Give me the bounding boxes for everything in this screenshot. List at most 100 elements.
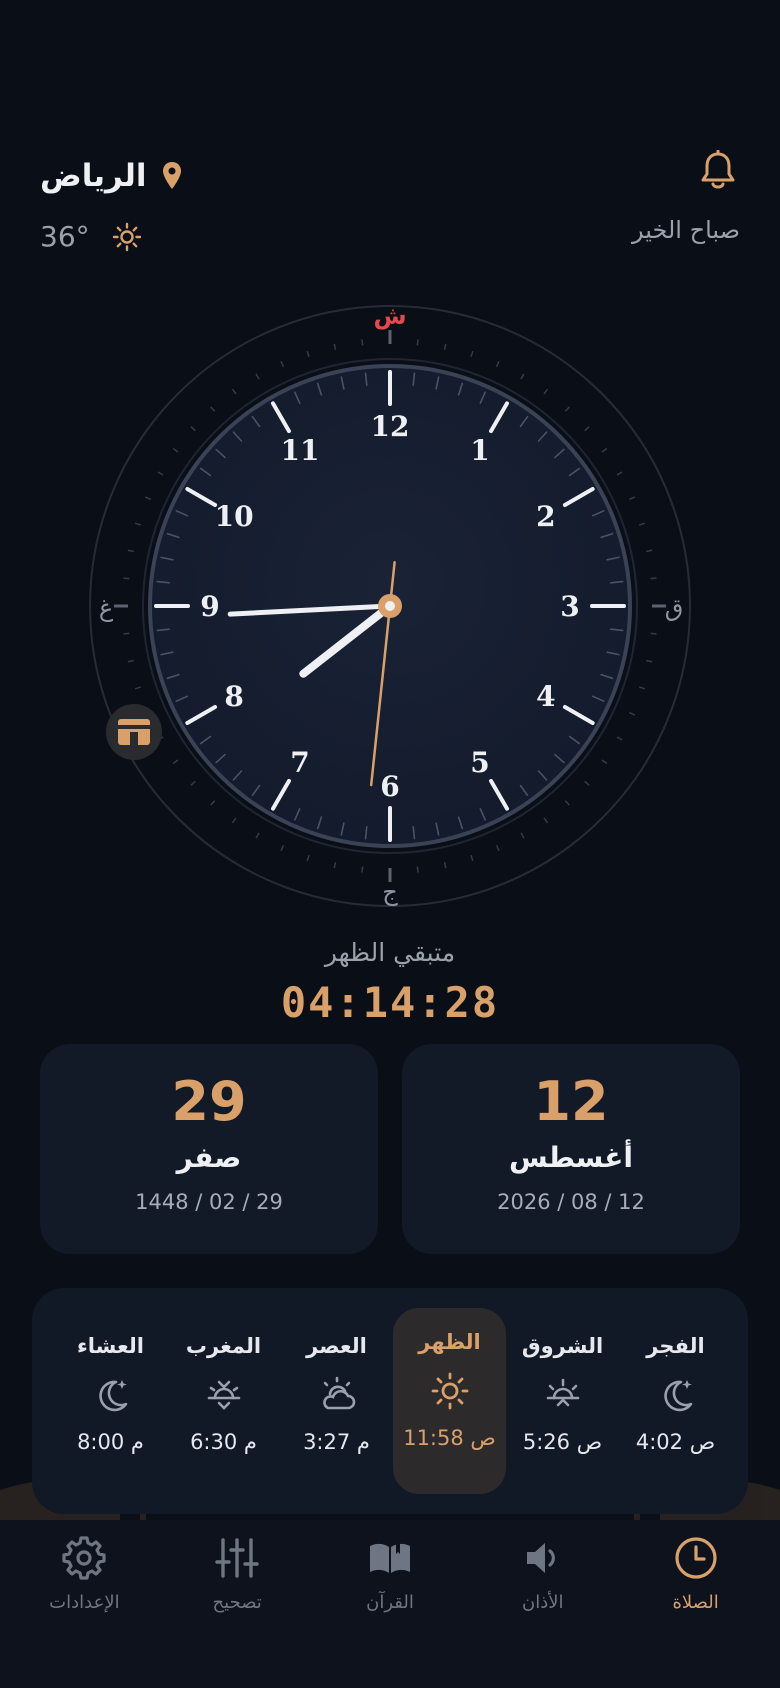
prayer-asr[interactable]: العصر 3:27 م <box>280 1308 393 1494</box>
outer-tick <box>584 426 590 432</box>
outer-tick <box>416 866 419 873</box>
outer-tick <box>650 632 657 635</box>
outer-tick <box>361 339 364 346</box>
sun-icon <box>112 222 141 251</box>
bottom-nav: الصلاة الأذان القرآن تصحيح الإعدادات <box>0 1520 780 1688</box>
prayer-time: 5:26 ص <box>522 1430 603 1454</box>
prayer-name: الظهر <box>418 1330 481 1354</box>
outer-tick <box>231 388 237 395</box>
outer-tick <box>443 343 447 350</box>
outer-tick <box>157 471 164 476</box>
prayer-name: المغرب <box>185 1334 262 1358</box>
city-name: الرياض <box>40 158 147 194</box>
outer-tick <box>333 862 337 869</box>
sun-icon <box>431 1372 468 1410</box>
marker-right: ق <box>665 594 684 622</box>
outer-tick <box>616 471 623 476</box>
outer-tick <box>543 817 549 824</box>
outer-tick <box>306 350 310 358</box>
countdown-label: متبقي الظهر <box>324 938 456 967</box>
countdown-timer: 04:14:28 <box>280 978 500 1027</box>
nav-label: الصلاة <box>672 1592 719 1613</box>
prayer-name: العشاء <box>77 1334 144 1358</box>
outer-tick <box>190 426 196 432</box>
outer-tick <box>629 496 636 501</box>
clock-number: 10 <box>215 500 254 533</box>
outer-tick <box>123 577 130 580</box>
hijri-month: صفر <box>176 1141 242 1175</box>
gear-icon <box>62 1536 106 1580</box>
prayer-dhuhr[interactable]: الظهر 11:58 ص <box>393 1308 506 1494</box>
outer-tick <box>520 832 525 839</box>
gregorian-date-card: 12 أغسطس 2026 / 08 / 12 <box>402 1044 740 1254</box>
outer-tick <box>210 406 216 412</box>
prayer-time: 6:30 م <box>190 1430 257 1454</box>
outer-tick <box>470 350 474 358</box>
nav-label: الأذان <box>522 1592 564 1613</box>
moon-star-icon <box>98 1380 127 1412</box>
sunrise-icon <box>546 1378 579 1407</box>
outer-tick <box>495 360 500 367</box>
sun-cloud-icon <box>322 1376 355 1410</box>
prayer-maghrib[interactable]: المغرب 6:30 م <box>167 1308 280 1494</box>
outer-tick <box>172 759 179 765</box>
bell-icon[interactable] <box>698 150 738 194</box>
prayer-isha[interactable]: العشاء 8:00 م <box>54 1308 167 1494</box>
outer-tick <box>584 780 590 786</box>
nav-settings[interactable]: الإعدادات <box>14 1520 154 1688</box>
nav-prayer[interactable]: الصلاة <box>626 1520 766 1688</box>
nav-label: الإعدادات <box>49 1592 120 1613</box>
clock-number: 4 <box>536 680 555 713</box>
prayer-sunrise[interactable]: الشروق 5:26 ص <box>506 1308 619 1494</box>
clock-number: 9 <box>200 590 219 623</box>
outer-tick <box>650 577 657 580</box>
gregorian-full-date: 2026 / 08 / 12 <box>497 1190 645 1215</box>
outer-tick <box>144 496 151 501</box>
temperature: 36° <box>40 220 90 253</box>
nav-quran[interactable]: القرآن <box>320 1520 460 1688</box>
outer-tick <box>172 447 179 453</box>
moon-star-icon <box>663 1380 692 1412</box>
weather: 36° <box>40 220 142 253</box>
clock-icon <box>674 1537 717 1579</box>
outer-tick <box>306 854 310 862</box>
outer-tick <box>564 406 570 412</box>
outer-tick <box>564 800 570 806</box>
outer-tick <box>280 845 285 852</box>
outer-tick <box>543 388 549 395</box>
outer-tick <box>255 373 260 380</box>
marker-top: ش <box>373 302 406 330</box>
outer-tick <box>190 780 196 786</box>
prayer-fajr[interactable]: الفجر 4:02 ص <box>619 1308 732 1494</box>
clock-number: 7 <box>290 746 309 779</box>
outer-tick <box>616 736 623 741</box>
nav-adjust[interactable]: تصحيح <box>167 1520 307 1688</box>
nav-adhan[interactable]: الأذان <box>473 1520 613 1688</box>
outer-tick <box>127 549 134 553</box>
outer-tick <box>361 866 364 873</box>
outer-tick <box>231 817 237 824</box>
outer-tick <box>638 686 646 690</box>
prayer-times-panel: الفجر 4:02 ص الشروق 5:26 ص الظهر 11:58 ص… <box>32 1288 748 1514</box>
analog-clock: 121234567891011 ش ق ج غ <box>89 302 691 907</box>
prayer-name: الفجر <box>646 1334 705 1358</box>
kaaba-icon[interactable] <box>106 704 162 760</box>
prayer-time: 3:27 م <box>303 1430 370 1454</box>
outer-tick <box>520 373 525 380</box>
outer-tick <box>255 832 260 839</box>
outer-tick <box>134 522 142 526</box>
clock-number: 8 <box>224 680 243 713</box>
outer-tick <box>127 659 134 663</box>
prayer-time: 4:02 ص <box>635 1430 716 1454</box>
outer-tick <box>601 759 608 765</box>
marker-bottom: ج <box>382 878 398 906</box>
gregorian-month: أغسطس <box>508 1141 634 1175</box>
hijri-day: 29 <box>171 1070 247 1133</box>
sunset-icon <box>207 1380 240 1410</box>
outer-tick <box>470 854 474 862</box>
outer-tick <box>134 686 142 690</box>
location[interactable]: الرياض <box>40 158 185 194</box>
outer-tick <box>495 845 500 852</box>
outer-tick <box>601 447 608 453</box>
clock-number: 3 <box>560 590 579 623</box>
